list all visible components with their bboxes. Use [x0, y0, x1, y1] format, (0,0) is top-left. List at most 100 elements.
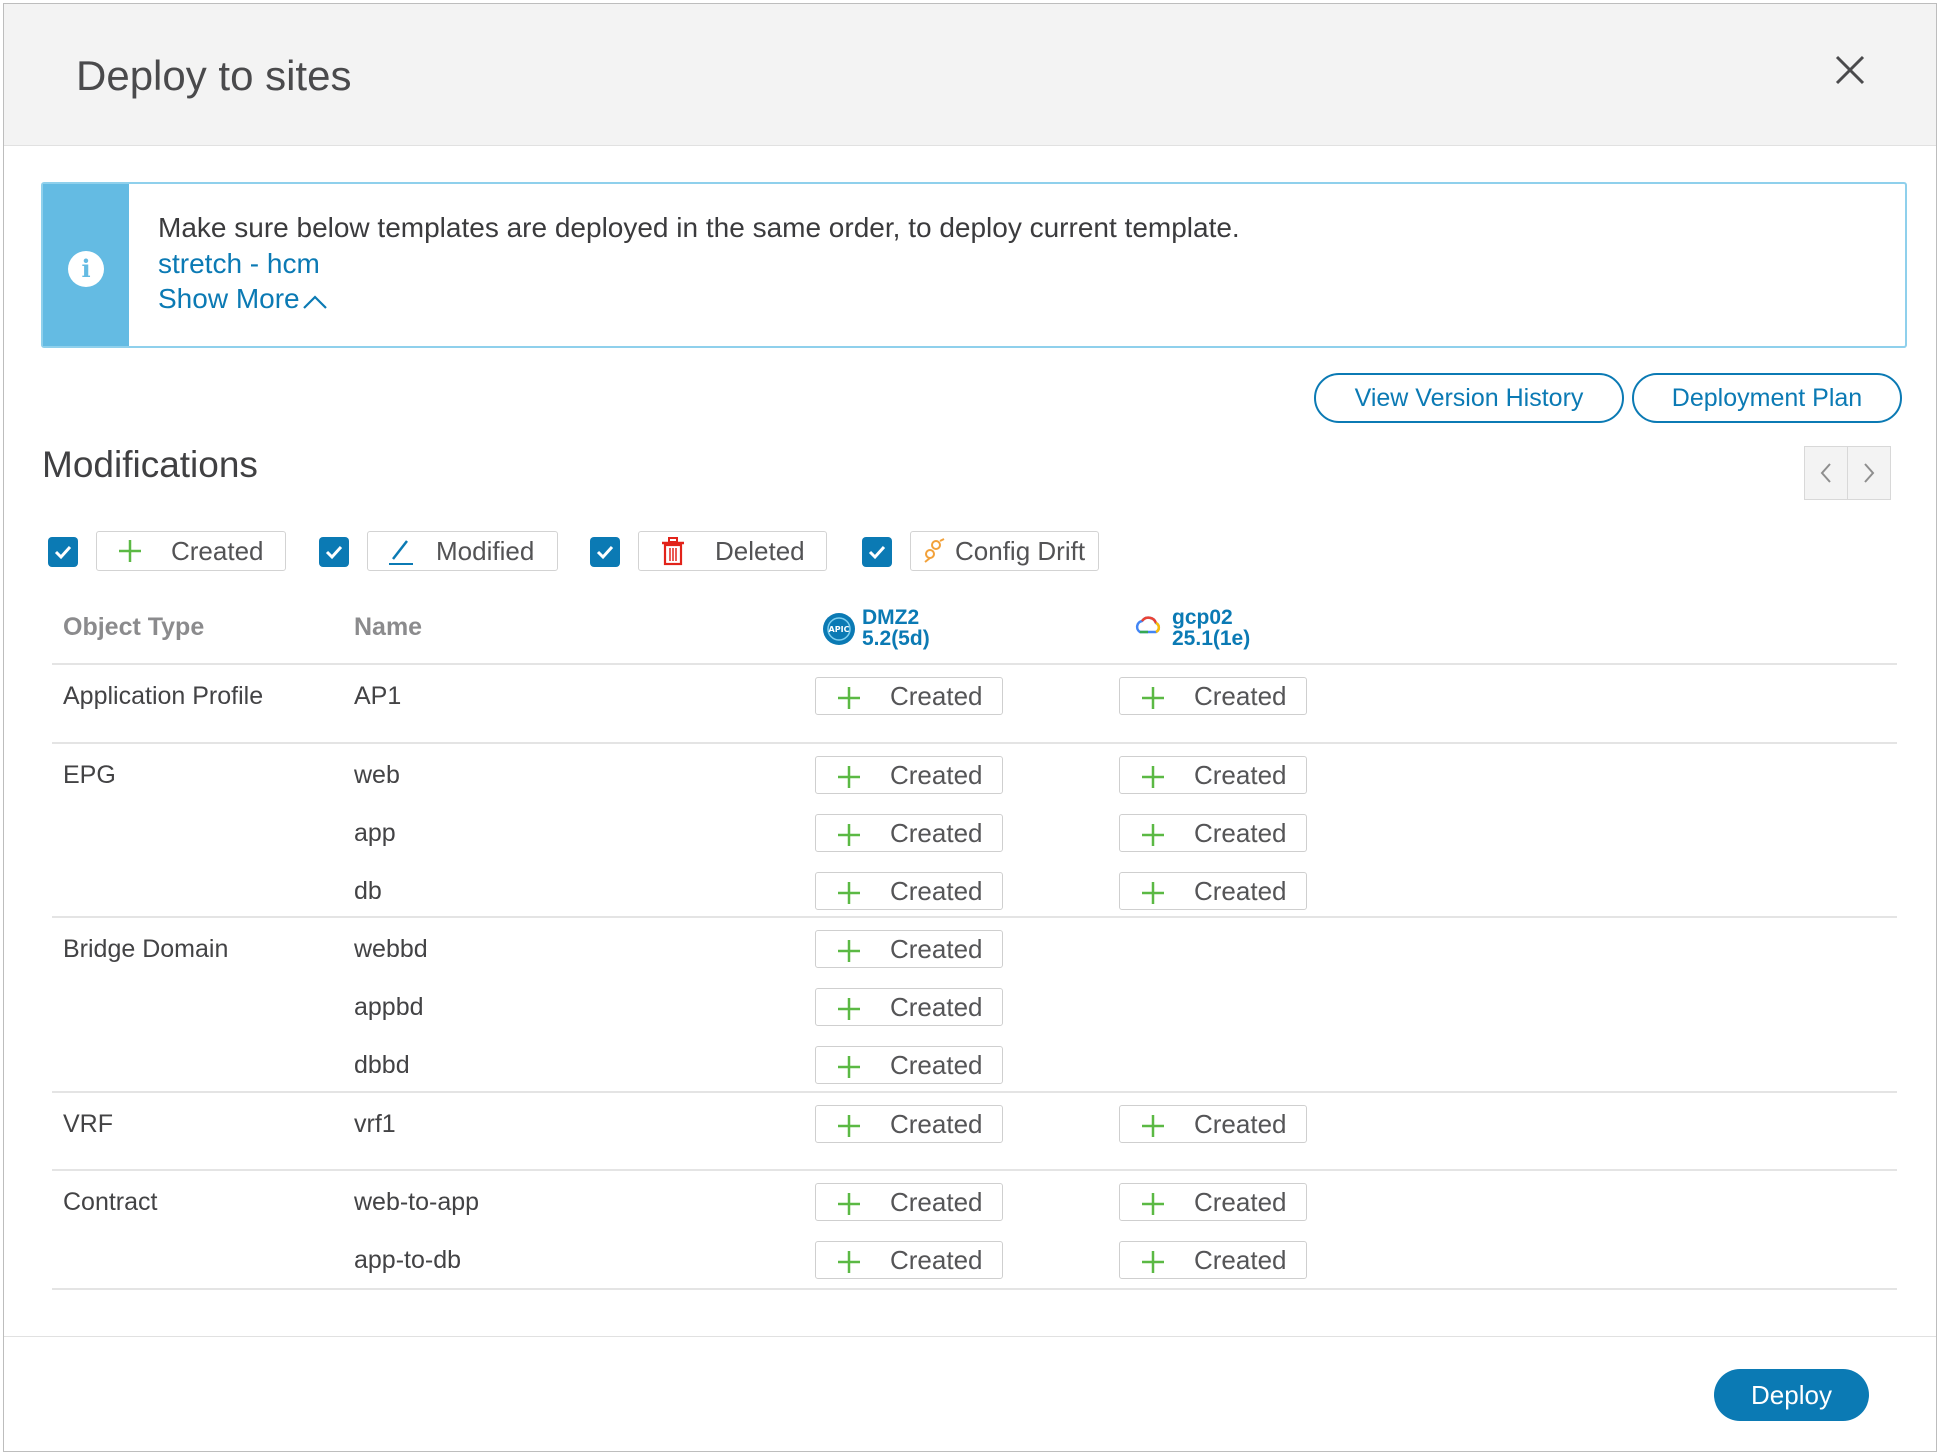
site-gcp02-header[interactable]: gcp02 25.1(1e): [1172, 607, 1250, 649]
filter-deleted-label: Deleted: [715, 536, 805, 566]
chevron-right-icon: [1864, 463, 1875, 483]
created-status-label: Created: [890, 992, 983, 1022]
created-status-label: Created: [890, 1245, 983, 1275]
site-dmz2-version: 5.2(5d): [862, 627, 930, 650]
created-status-label: Created: [890, 1187, 983, 1217]
plus-icon: [836, 1191, 862, 1222]
created-status-label: Created: [1194, 760, 1287, 790]
plus-icon: [836, 1113, 862, 1144]
site-gcp02-name: gcp02: [1172, 606, 1233, 629]
created-status-label: Created: [890, 934, 983, 964]
created-status-label: Created: [890, 760, 983, 790]
prev-page-button[interactable]: [1805, 447, 1848, 499]
created-status-label: Created: [1194, 681, 1287, 711]
template-link[interactable]: stretch - hcm: [158, 248, 320, 280]
show-more-link[interactable]: Show More: [158, 283, 328, 315]
chevron-left-icon: [1820, 463, 1831, 483]
created-status-tag: Created: [815, 1105, 1003, 1143]
created-status-label: Created: [890, 818, 983, 848]
checkmark-icon: [596, 545, 614, 560]
header-name: Name: [354, 613, 423, 641]
row-divider: [52, 1288, 1897, 1290]
plus-icon: [1140, 880, 1166, 911]
object-name-cell: web: [354, 761, 400, 789]
created-status-label: Created: [1194, 818, 1287, 848]
deployment-plan-button[interactable]: Deployment Plan: [1632, 373, 1902, 423]
created-status-label: Created: [890, 1109, 983, 1139]
object-name-cell: web-to-app: [354, 1188, 480, 1216]
row-divider: [52, 663, 1897, 665]
close-icon[interactable]: [1830, 50, 1870, 90]
created-status-tag: Created: [815, 677, 1003, 715]
created-status-tag: Created: [815, 1241, 1003, 1279]
info-icon: i: [68, 251, 104, 287]
object-type-cell: EPG: [63, 761, 116, 789]
row-divider: [52, 1091, 1897, 1093]
created-status-tag: Created: [815, 988, 1003, 1026]
view-version-history-button[interactable]: View Version History: [1314, 373, 1624, 423]
created-status-label: Created: [890, 1050, 983, 1080]
plus-icon: [1140, 764, 1166, 795]
object-type-cell: VRF: [63, 1110, 113, 1138]
plus-icon: [836, 1249, 862, 1280]
next-page-button[interactable]: [1848, 447, 1891, 499]
created-status-label: Created: [1194, 1187, 1287, 1217]
apic-logo-text: APIC: [829, 625, 850, 634]
filter-modified-tag[interactable]: Modified: [367, 531, 558, 571]
deploy-button[interactable]: Deploy: [1714, 1369, 1869, 1421]
filter-created-tag[interactable]: Created: [96, 531, 286, 571]
banner-message: Make sure below templates are deployed i…: [158, 212, 1240, 243]
created-status-tag: Created: [815, 1183, 1003, 1221]
banner-icon-strip: i: [43, 184, 129, 346]
modal-title: Deploy to sites: [76, 52, 352, 99]
plus-icon: [836, 685, 862, 716]
created-status-tag: Created: [1119, 814, 1307, 852]
plus-icon: [1140, 685, 1166, 716]
site-dmz2-header[interactable]: DMZ2 5.2(5d): [862, 607, 930, 649]
object-name-cell: appbd: [354, 993, 424, 1021]
created-status-tag: Created: [1119, 677, 1307, 715]
created-status-label: Created: [1194, 1245, 1287, 1275]
plus-icon: [117, 532, 143, 570]
created-status-tag: Created: [815, 1046, 1003, 1084]
plus-icon: [1140, 1191, 1166, 1222]
row-divider: [52, 916, 1897, 918]
filter-config-drift-tag[interactable]: Config Drift: [910, 531, 1099, 571]
created-status-tag: Created: [1119, 1105, 1307, 1143]
pencil-icon: [386, 532, 416, 570]
created-status-tag: Created: [815, 872, 1003, 910]
object-type-cell: Application Profile: [63, 682, 264, 710]
plus-icon: [836, 938, 862, 969]
object-type-cell: Contract: [63, 1188, 158, 1216]
google-cloud-icon: [1134, 612, 1162, 645]
info-banner: i Make sure below templates are deployed…: [41, 182, 1907, 348]
filter-config-drift-label: Config Drift: [955, 536, 1086, 566]
filter-created-label: Created: [171, 536, 264, 566]
plus-icon: [1140, 822, 1166, 853]
plus-icon: [1140, 1113, 1166, 1144]
row-divider: [52, 742, 1897, 744]
row-divider: [52, 1169, 1897, 1171]
checkmark-icon: [325, 545, 343, 560]
modifications-title: Modifications: [42, 444, 258, 485]
plus-icon: [836, 996, 862, 1027]
object-name-cell: vrf1: [354, 1110, 396, 1138]
plus-icon: [836, 764, 862, 795]
created-status-tag: Created: [815, 756, 1003, 794]
created-status-label: Created: [890, 681, 983, 711]
created-status-tag: Created: [815, 930, 1003, 968]
config-drift-icon: [921, 532, 947, 570]
filter-modified-checkbox[interactable]: [319, 537, 349, 567]
footer-divider: [4, 1336, 1936, 1337]
site-dmz2-name: DMZ2: [862, 606, 920, 629]
filter-created-checkbox[interactable]: [48, 537, 78, 567]
object-name-cell: db: [354, 877, 382, 905]
filter-deleted-tag[interactable]: Deleted: [638, 531, 827, 571]
created-status-tag: Created: [815, 814, 1003, 852]
object-type-cell: Bridge Domain: [63, 935, 229, 963]
created-status-label: Created: [1194, 1109, 1287, 1139]
filter-config-drift-checkbox[interactable]: [862, 537, 892, 567]
filter-deleted-checkbox[interactable]: [590, 537, 620, 567]
plus-icon: [836, 1054, 862, 1085]
header-object-type: Object Type: [63, 613, 205, 641]
